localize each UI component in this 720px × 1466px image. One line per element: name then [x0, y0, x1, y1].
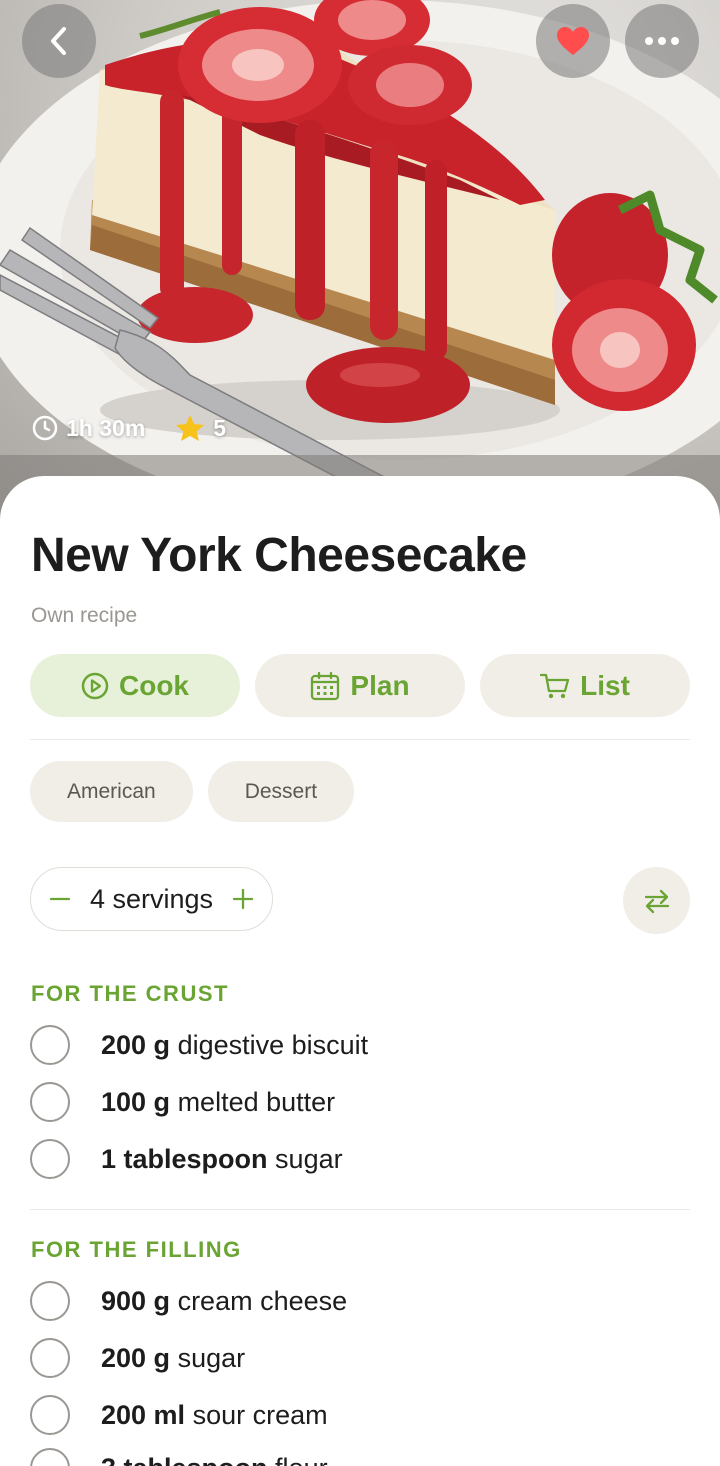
ingredient-text: 200 g digestive biscuit: [101, 1030, 368, 1061]
ingredient-checkbox[interactable]: [30, 1082, 70, 1122]
ingredient-text: 100 g melted butter: [101, 1087, 335, 1118]
ingredient-checkbox[interactable]: [30, 1281, 70, 1321]
recipe-title: New York Cheesecake: [31, 529, 527, 582]
recipe-tags: American Dessert: [30, 761, 355, 822]
ingredient-text: 1 tablespoon sugar: [101, 1144, 343, 1175]
cart-icon: [540, 673, 570, 698]
plan-button-label: Plan: [350, 669, 410, 701]
ingredient-name: melted butter: [177, 1086, 336, 1117]
rating: 5: [175, 414, 226, 442]
ingredient-text: 3 tablespoon flour: [101, 1453, 328, 1466]
more-options-button[interactable]: [625, 4, 699, 78]
play-circle-icon: [81, 672, 109, 699]
rating-value: 5: [213, 414, 227, 441]
ingredient-text: 900 g cream cheese: [101, 1286, 347, 1317]
ingredient-quantity: 200 g: [101, 1029, 171, 1060]
ingredient-name: digestive biscuit: [177, 1029, 369, 1060]
section-title-filling: FOR THE FILLING: [31, 1237, 242, 1262]
divider: [30, 1209, 690, 1210]
ingredient-quantity: 900 g: [101, 1285, 171, 1316]
ingredient-row[interactable]: 3 tablespoon flour: [30, 1446, 690, 1466]
ingredient-text: 200 g sugar: [101, 1343, 245, 1374]
tag-chip[interactable]: Dessert: [207, 761, 355, 822]
ingredient-row[interactable]: 100 g melted butter: [30, 1080, 690, 1124]
unit-conversion-button[interactable]: [623, 867, 690, 934]
shopping-list-button[interactable]: List: [480, 654, 690, 717]
recipe-actions: Cook Plan List: [30, 654, 690, 717]
ingredient-checkbox[interactable]: [30, 1395, 70, 1435]
heart-icon: [557, 27, 589, 55]
ingredient-name: sour cream: [192, 1399, 328, 1430]
ingredient-row[interactable]: 200 g digestive biscuit: [30, 1023, 690, 1067]
ingredient-row[interactable]: 200 ml sour cream: [30, 1393, 690, 1437]
cook-time: 1h 30m: [32, 415, 145, 442]
recipe-details-sheet: New York Cheesecake Own recipe Cook Plan: [0, 476, 720, 1466]
ingredient-text: 200 ml sour cream: [101, 1400, 328, 1431]
ingredient-checkbox[interactable]: [30, 1139, 70, 1179]
tag-chip[interactable]: American: [30, 761, 193, 822]
ingredient-name: sugar: [275, 1143, 343, 1174]
list-button-label: List: [580, 669, 630, 701]
back-button[interactable]: [22, 4, 96, 78]
cheesecake-photo: [0, 0, 720, 520]
ingredient-name: flour: [275, 1453, 328, 1466]
swap-arrows-icon: [644, 889, 669, 913]
ingredient-row[interactable]: 900 g cream cheese: [30, 1279, 690, 1323]
ingredient-name: sugar: [177, 1342, 246, 1373]
ingredient-checkbox[interactable]: [30, 1025, 70, 1065]
cook-time-value: 1h 30m: [66, 414, 146, 441]
ingredient-quantity: 100 g: [101, 1086, 171, 1117]
more-horizontal-icon: [645, 37, 679, 45]
ingredient-quantity: 3 tablespoon: [101, 1453, 268, 1466]
recipe-hero-image: 1h 30m 5: [0, 0, 720, 520]
minus-icon[interactable]: [49, 888, 71, 910]
cook-button-label: Cook: [119, 669, 189, 701]
ingredient-name: cream cheese: [177, 1285, 348, 1316]
clock-icon: [32, 415, 58, 441]
ingredient-row[interactable]: 200 g sugar: [30, 1336, 690, 1380]
recipe-meta: 1h 30m 5: [32, 414, 226, 442]
ingredient-quantity: 1 tablespoon: [101, 1143, 268, 1174]
star-icon: [176, 415, 205, 441]
ingredient-row[interactable]: 1 tablespoon sugar: [30, 1137, 690, 1181]
section-title-crust: FOR THE CRUST: [31, 981, 229, 1006]
chevron-left-icon: [51, 27, 66, 55]
ingredient-quantity: 200 g: [101, 1342, 171, 1373]
favorite-button[interactable]: [536, 4, 610, 78]
ingredient-quantity: 200 ml: [101, 1399, 186, 1430]
cook-button[interactable]: Cook: [30, 654, 240, 717]
plus-icon[interactable]: [232, 888, 254, 910]
divider: [30, 739, 690, 740]
recipe-source: Own recipe: [31, 604, 138, 627]
servings-stepper: 4 servings: [30, 867, 273, 931]
servings-count: 4 servings: [89, 883, 214, 914]
plan-button[interactable]: Plan: [255, 654, 465, 717]
ingredient-checkbox[interactable]: [30, 1448, 70, 1466]
calendar-icon: [311, 671, 340, 700]
ingredient-checkbox[interactable]: [30, 1338, 70, 1378]
